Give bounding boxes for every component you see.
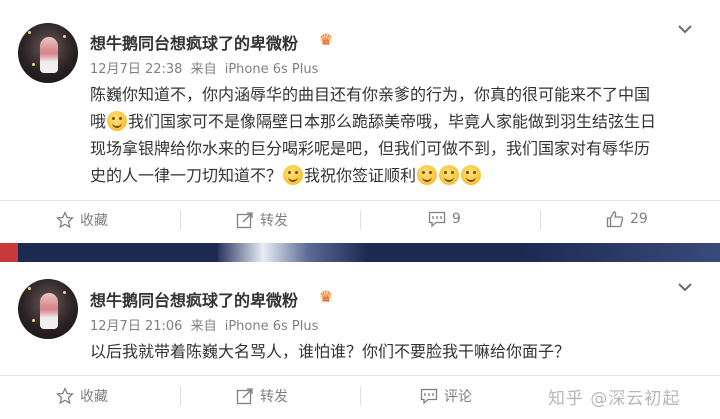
- chevron-down-icon[interactable]: [676, 278, 694, 296]
- chevron-down-icon[interactable]: [676, 20, 694, 38]
- text-line: 哦我们国家可不是像隔壁日本那么跪舔美帝哦，毕竟人家能做到羽生结弦生日: [90, 111, 657, 131]
- text-line: 陈巍你知道不，你内涵辱华的曲目还有你亲爹的行为，你真的很可能来不了中国: [90, 85, 651, 104]
- divider: [0, 375, 720, 376]
- comment-button[interactable]: 9: [428, 210, 461, 228]
- star-icon: [56, 387, 74, 405]
- like-count: 29: [630, 211, 648, 227]
- post-meta: 12月7日 22:38 来自 iPhone 6s Plus: [90, 58, 322, 77]
- text-line: 史的人一律一刀切知道不？ 我祝你签证顺利: [90, 162, 700, 189]
- post-meta: 12月7日 21:06 来自 iPhone 6s Plus: [90, 315, 322, 334]
- favorite-button[interactable]: 收藏: [56, 386, 108, 406]
- text-line: 现场拿银牌给你水来的巨分喝彩呢是吧，但我们可做不到，我们国家对有辱华历: [90, 139, 651, 158]
- favorite-button[interactable]: 收藏: [56, 210, 108, 230]
- smile-emoji-icon: [107, 111, 128, 131]
- like-button[interactable]: 29: [606, 210, 648, 228]
- comment-count: 9: [452, 211, 461, 227]
- username[interactable]: 想牛鹅同台想疯球了的卑微粉: [90, 30, 298, 54]
- source-prefix: 来自: [190, 62, 217, 77]
- source-prefix: 来自: [190, 319, 217, 334]
- repost-label: 转发: [260, 213, 288, 229]
- favorite-label: 收藏: [80, 213, 108, 229]
- source-device[interactable]: iPhone 6s Plus: [225, 62, 319, 77]
- crown-badge-icon: ♛: [316, 30, 336, 50]
- post-date: 12月7日 21:06: [90, 319, 183, 334]
- repost-button[interactable]: 转发: [236, 210, 288, 230]
- post-text: 陈巍你知道不，你内涵辱华的曲目还有你亲爹的行为，你真的很可能来不了中国 哦我们国…: [90, 81, 700, 189]
- action-separator: [360, 210, 361, 230]
- smile-emoji-icon: [283, 165, 304, 185]
- divider: [0, 200, 720, 201]
- post-date: 12月7日 22:38: [90, 62, 183, 77]
- favorite-label: 收藏: [80, 389, 108, 405]
- avatar[interactable]: [18, 279, 78, 339]
- avatar[interactable]: [18, 23, 78, 83]
- background-image-strip: [0, 243, 720, 262]
- action-separator: [540, 210, 541, 230]
- comment-button[interactable]: 评论: [420, 386, 472, 406]
- smile-emoji-icon: [417, 165, 438, 185]
- repost-button[interactable]: 转发: [236, 386, 288, 406]
- crown-badge-icon: ♛: [316, 287, 336, 307]
- share-arrow-icon: [236, 388, 253, 405]
- smile-emoji-icon: [461, 165, 482, 185]
- weibo-post-card: 想牛鹅同台想疯球了的卑微粉 ♛ 12月7日 22:38 来自 iPhone 6s…: [0, 0, 720, 243]
- comment-icon: [428, 211, 446, 228]
- share-arrow-icon: [236, 212, 253, 229]
- comment-icon: [420, 388, 438, 405]
- thumbs-up-icon: [606, 211, 624, 228]
- text-line: 以后我就带着陈巍大名骂人，谁怕谁？你们不要脸我干嘛给你面子？: [90, 342, 571, 361]
- zhihu-watermark: 知乎 @深云初起: [548, 389, 681, 409]
- star-icon: [56, 211, 74, 229]
- post-text: 以后我就带着陈巍大名骂人，谁怕谁？你们不要脸我干嘛给你面子？: [90, 338, 700, 365]
- repost-label: 转发: [260, 389, 288, 405]
- action-separator: [180, 386, 181, 406]
- comment-label: 评论: [444, 389, 472, 405]
- action-separator: [360, 386, 361, 406]
- source-device[interactable]: iPhone 6s Plus: [225, 319, 319, 334]
- action-separator: [180, 210, 181, 230]
- smile-emoji-icon: [439, 165, 460, 185]
- username[interactable]: 想牛鹅同台想疯球了的卑微粉: [90, 287, 298, 311]
